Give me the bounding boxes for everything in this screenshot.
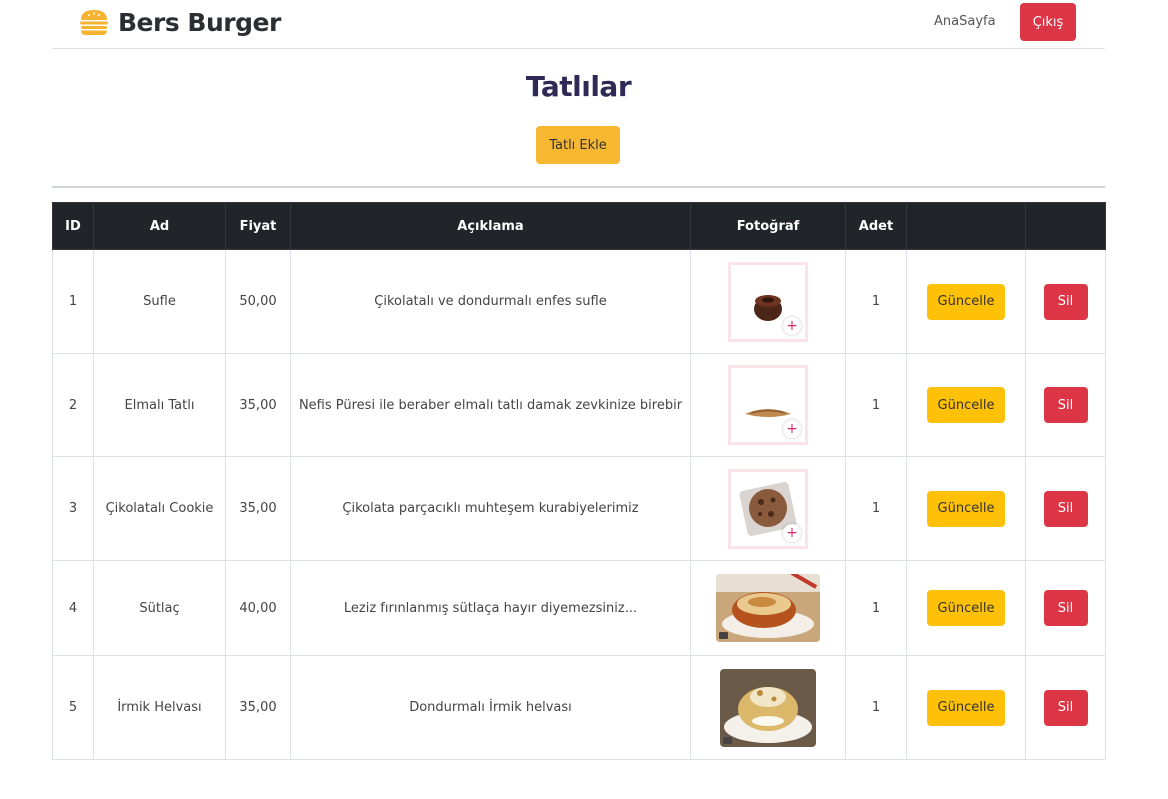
cell-name: Elmalı Tatlı [93, 353, 226, 457]
update-button[interactable]: Güncelle [927, 689, 1005, 726]
table-row: 2 Elmalı Tatlı 35,00 Nefis Püresi ile be… [52, 353, 1106, 457]
cell-price: 50,00 [225, 249, 291, 354]
cookie-photo[interactable]: + [728, 468, 808, 549]
cell-description: Çikolatalı ve dondurmalı enfes sufle [290, 249, 691, 354]
cell-update: Güncelle [906, 249, 1026, 354]
souffle-photo[interactable]: + [728, 261, 808, 342]
cell-photo [690, 560, 846, 656]
semolina-halva-icon [720, 668, 816, 747]
cell-id: 5 [52, 655, 94, 760]
rice-pudding-photo[interactable] [716, 574, 820, 642]
column-header: Fotoğraf [690, 202, 846, 250]
delete-button[interactable]: Sil [1043, 689, 1088, 726]
cell-quantity: 1 [845, 456, 907, 561]
cell-update: Güncelle [906, 560, 1026, 656]
delete-button[interactable]: Sil [1043, 590, 1088, 626]
update-button[interactable]: Güncelle [927, 387, 1005, 423]
cell-id: 3 [52, 456, 94, 561]
table-row: 1 Sufle 50,00 Çikolatalı ve dondurmalı e… [52, 249, 1106, 354]
cell-delete: Sil [1025, 249, 1106, 354]
column-header [906, 202, 1026, 250]
table-header-row: ID Ad Fiyat Açıklama Fotoğraf Adet [52, 202, 1106, 250]
add-dessert-button[interactable]: Tatlı Ekle [536, 126, 620, 164]
delete-button[interactable]: Sil [1043, 387, 1088, 423]
cell-quantity: 1 [845, 655, 907, 760]
page-title: Tatlılar [525, 70, 632, 103]
update-button[interactable]: Güncelle [927, 283, 1005, 320]
main-content: Tatlılar Tatlı Ekle ID Ad Fiyat Açıklama… [52, 0, 1106, 799]
update-button[interactable]: Güncelle [927, 490, 1005, 527]
cell-name: Çikolatalı Cookie [93, 456, 226, 561]
zoom-plus-icon[interactable]: + [783, 316, 801, 335]
cell-photo: + [690, 353, 846, 457]
rice-pudding-icon [716, 574, 820, 642]
divider [52, 186, 1105, 188]
cell-id: 2 [52, 353, 94, 457]
delete-button[interactable]: Sil [1043, 490, 1088, 527]
semolina-halva-photo[interactable] [720, 668, 816, 747]
cell-price: 40,00 [225, 560, 291, 656]
cell-delete: Sil [1025, 353, 1106, 457]
desserts-table: ID Ad Fiyat Açıklama Fotoğraf Adet 1 Suf… [52, 202, 1106, 760]
cell-id: 1 [52, 249, 94, 354]
cell-update: Güncelle [906, 655, 1026, 760]
table-row: 5 İrmik Helvası 35,00 Dondurmalı İrmik h… [52, 655, 1106, 760]
cell-update: Güncelle [906, 353, 1026, 457]
cell-delete: Sil [1025, 560, 1106, 656]
cell-description: Nefis Püresi ile beraber elmalı tatlı da… [290, 353, 691, 457]
update-button[interactable]: Güncelle [927, 590, 1005, 626]
zoom-plus-icon[interactable]: + [783, 523, 801, 542]
column-header [1025, 202, 1106, 250]
cell-price: 35,00 [225, 655, 291, 760]
apple-dessert-photo[interactable]: + [728, 365, 808, 445]
cell-photo: + [690, 249, 846, 354]
cell-description: Dondurmalı İrmik helvası [290, 655, 691, 760]
table-row: 4 Sütlaç 40,00 Leziz fırınlanmış sütlaça… [52, 560, 1106, 656]
cell-quantity: 1 [845, 353, 907, 457]
zoom-plus-icon[interactable]: + [783, 420, 801, 438]
cell-name: Sütlaç [93, 560, 226, 656]
cell-quantity: 1 [845, 249, 907, 354]
cell-price: 35,00 [225, 456, 291, 561]
column-header: Fiyat [225, 202, 291, 250]
image-badge-icon [719, 632, 728, 639]
cell-photo: + [690, 456, 846, 561]
cell-description: Leziz fırınlanmış sütlaça hayır diyemezs… [290, 560, 691, 656]
cell-delete: Sil [1025, 456, 1106, 561]
column-header: Ad [93, 202, 226, 250]
cell-quantity: 1 [845, 560, 907, 656]
delete-button[interactable]: Sil [1043, 283, 1088, 320]
cell-delete: Sil [1025, 655, 1106, 760]
column-header: ID [52, 202, 94, 250]
column-header: Adet [845, 202, 907, 250]
cell-photo [690, 655, 846, 760]
cell-name: İrmik Helvası [93, 655, 226, 760]
table-row: 3 Çikolatalı Cookie 35,00 Çikolata parça… [52, 456, 1106, 561]
cell-description: Çikolata parçacıklı muhteşem kurabiyeler… [290, 456, 691, 561]
cell-price: 35,00 [225, 353, 291, 457]
image-badge-icon [723, 736, 732, 744]
cell-update: Güncelle [906, 456, 1026, 561]
cell-name: Sufle [93, 249, 226, 354]
cell-id: 4 [52, 560, 94, 656]
column-header: Açıklama [290, 202, 691, 250]
